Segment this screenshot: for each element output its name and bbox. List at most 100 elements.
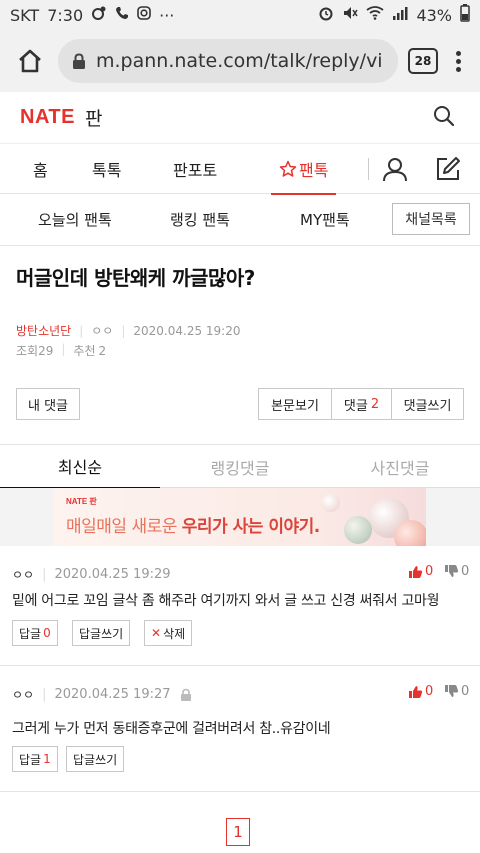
reply-toggle-button[interactable]: 답글 0 bbox=[12, 620, 58, 646]
battery-icon bbox=[460, 4, 470, 26]
delete-label: 삭제 bbox=[163, 626, 186, 641]
comment-item: ㅇㅇ | 2020.04.25 19:29 0 0 밑에 어그로 꼬임 글삭 좀… bbox=[0, 546, 480, 666]
wifi-icon bbox=[366, 6, 384, 24]
channel-list-button[interactable]: 채널목록 bbox=[392, 203, 470, 235]
downvote-count: 0 bbox=[461, 684, 470, 699]
nav-fantalk-label: 팬톡 bbox=[299, 161, 329, 180]
page-button-current[interactable]: 1 bbox=[226, 818, 250, 846]
alarm-icon bbox=[318, 5, 334, 25]
comment-count: 2 bbox=[370, 396, 380, 412]
comment-sort-tabs: 최신순 랭킹댓글 사진댓글 bbox=[0, 444, 480, 489]
comment-meta: ㅇㅇ | 2020.04.25 19:27 bbox=[12, 686, 193, 703]
site-header: NATE 판 bbox=[0, 92, 480, 144]
clock: 7:30 bbox=[47, 5, 84, 25]
write-button[interactable] bbox=[434, 144, 462, 194]
nav-divider bbox=[368, 158, 369, 180]
comment-meta: ㅇㅇ | 2020.04.25 19:29 bbox=[12, 566, 171, 583]
views-count: 29 bbox=[38, 344, 54, 358]
pencil-icon bbox=[437, 157, 460, 180]
search-icon bbox=[434, 105, 455, 126]
comment-text: 그러게 누가 먼저 동태증후군에 걸려버려서 참..유감이네 bbox=[12, 721, 331, 737]
home-button[interactable] bbox=[12, 43, 48, 79]
star-icon bbox=[279, 160, 297, 177]
author-name: ㅇㅇ bbox=[91, 324, 114, 338]
meta-divider: | bbox=[42, 687, 47, 702]
channel-name[interactable]: 방탄소년단 bbox=[16, 322, 71, 339]
view-body-button[interactable]: 본문보기 bbox=[258, 388, 332, 420]
recommend-label: 추천 bbox=[73, 344, 96, 358]
promo-banner[interactable]: NATE 판 매일매일 새로운 우리가 사는 이야기. bbox=[54, 488, 426, 546]
upvote-count: 0 bbox=[425, 564, 434, 579]
tab-photo-comments[interactable]: 사진댓글 bbox=[320, 445, 480, 489]
my-comments-button[interactable]: 내 댓글 bbox=[16, 388, 80, 420]
close-icon: ✕ bbox=[151, 626, 162, 640]
url-text: m.pann.nate.com/talk/reply/vi bbox=[96, 50, 383, 72]
subnav-ranking-fantalk[interactable]: 랭킹 팬톡 bbox=[170, 194, 230, 244]
delete-button[interactable]: ✕ 삭제 bbox=[144, 620, 193, 646]
thumbs-down-icon bbox=[445, 685, 459, 697]
lock-icon bbox=[73, 53, 85, 69]
status-bar: SKT 7:30 ··· 43% bbox=[0, 0, 480, 30]
address-bar[interactable]: m.pann.nate.com/talk/reply/vi bbox=[58, 39, 398, 83]
reply-label: 답글 bbox=[19, 626, 42, 641]
pearl-decoration bbox=[394, 520, 426, 546]
pann-label[interactable]: 판 bbox=[85, 104, 102, 131]
battery-percent: 43% bbox=[416, 5, 452, 25]
downvote-count: 0 bbox=[461, 564, 470, 579]
article-meta: 방탄소년단 | ㅇㅇ | 2020.04.25 19:20 bbox=[16, 322, 241, 339]
write-comment-button[interactable]: 댓글쓰기 bbox=[391, 388, 464, 420]
meta-divider: | bbox=[61, 342, 66, 356]
downvote-button[interactable]: 0 bbox=[444, 684, 469, 699]
subnav-today-fantalk[interactable]: 오늘의 팬톡 bbox=[38, 194, 112, 244]
pearl-decoration bbox=[322, 494, 340, 512]
carrier-label: SKT bbox=[10, 5, 40, 25]
profile-button[interactable] bbox=[382, 144, 408, 194]
phone-icon bbox=[115, 6, 129, 24]
nav-home[interactable]: 홈 bbox=[33, 144, 48, 194]
main-nav: 홈 톡톡 판포토 팬톡 bbox=[0, 144, 480, 195]
tab-ranking-comments[interactable]: 랭킹댓글 bbox=[160, 445, 320, 489]
banner-logo: NATE 판 bbox=[66, 497, 97, 506]
notification-icon bbox=[91, 5, 107, 25]
mute-icon bbox=[342, 5, 359, 25]
nate-logo[interactable]: NATE bbox=[20, 106, 75, 129]
thumbs-up-icon bbox=[409, 686, 423, 698]
article-datetime: 2020.04.25 19:20 bbox=[133, 323, 241, 338]
comments-label: 댓글 bbox=[343, 398, 368, 414]
write-reply-button[interactable]: 답글쓰기 bbox=[72, 620, 131, 646]
comment-author: ㅇㅇ bbox=[12, 568, 35, 582]
sub-nav: 오늘의 팬톡 랭킹 팬톡 MY팬톡 채널목록 bbox=[0, 194, 480, 246]
views-stat: 조회29 bbox=[16, 342, 53, 359]
search-button[interactable] bbox=[432, 104, 460, 132]
comments-button[interactable]: 댓글 2 bbox=[331, 388, 392, 420]
reply-label: 답글 bbox=[19, 752, 42, 767]
tab-latest[interactable]: 최신순 bbox=[0, 445, 160, 489]
views-label: 조회 bbox=[16, 344, 39, 358]
more-notifications-icon: ··· bbox=[159, 5, 175, 25]
comment-datetime: 2020.04.25 19:27 bbox=[54, 687, 171, 702]
reply-toggle-button[interactable]: 답글 1 bbox=[12, 746, 58, 772]
comment-item: ㅇㅇ | 2020.04.25 19:27 0 0 그러게 누가 먼저 동태증후… bbox=[0, 666, 480, 792]
banner-text-bold: 우리가 사는 이야기. bbox=[181, 517, 320, 537]
browser-menu-button[interactable] bbox=[448, 50, 468, 72]
subnav-my-fantalk[interactable]: MY팬톡 bbox=[300, 194, 350, 244]
article-stats: 조회29 | 추천 2 bbox=[16, 342, 106, 359]
upvote-button[interactable]: 0 bbox=[408, 564, 433, 579]
thumbs-down-icon bbox=[445, 565, 459, 577]
write-reply-button[interactable]: 답글쓰기 bbox=[66, 746, 125, 772]
upvote-count: 0 bbox=[425, 684, 434, 699]
nav-toktok[interactable]: 톡톡 bbox=[92, 144, 121, 194]
nav-panphoto[interactable]: 판포토 bbox=[173, 144, 217, 194]
comment-text: 밑에 어그로 꼬임 글삭 좀 해주라 여기까지 와서 글 쓰고 신경 써줘서 고… bbox=[12, 593, 440, 609]
upvote-button[interactable]: 0 bbox=[408, 684, 433, 699]
article-title: 머글인데 방탄왜케 까글많아? bbox=[16, 266, 255, 290]
home-icon bbox=[19, 49, 41, 73]
recommend-count: 2 bbox=[98, 344, 107, 358]
signal-icon bbox=[392, 6, 408, 24]
reply-count: 0 bbox=[43, 626, 51, 640]
tab-switcher-button[interactable]: 28 bbox=[408, 48, 438, 74]
meta-divider: | bbox=[42, 567, 47, 582]
downvote-button[interactable]: 0 bbox=[444, 564, 469, 579]
meta-divider: | bbox=[79, 323, 84, 338]
nav-fantalk[interactable]: 팬톡 bbox=[270, 144, 337, 195]
